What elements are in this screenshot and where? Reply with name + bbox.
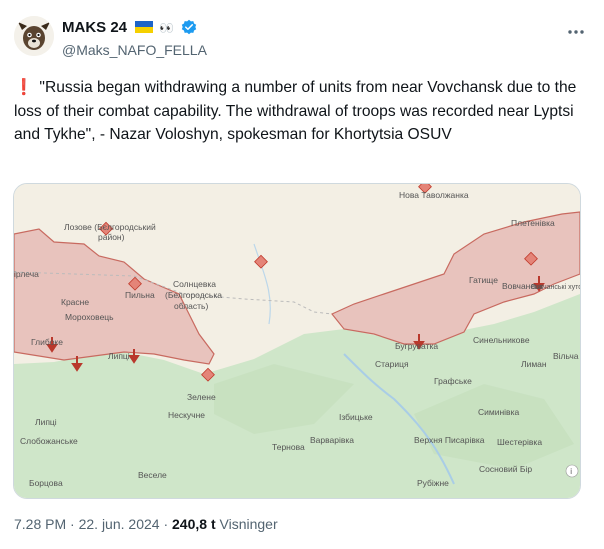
place-label: Гатище [469,275,498,285]
tweet-body: "Russia began withdrawing a number of un… [14,79,577,143]
verified-badge-icon[interactable] [181,19,197,35]
author-handle[interactable]: @Maks_NAFO_FELLA [62,42,207,58]
place-label: Синельникове [473,335,530,345]
place-label: Мороховець [65,312,114,322]
frontline-map: Лозове (Бєлгородський район) Нова Таволж… [14,184,580,498]
place-label: Рубіжне [417,478,449,488]
avatar[interactable] [14,16,54,56]
place-label: Симинівка [478,407,519,417]
place-label: Лиман [521,359,547,369]
svg-text:i: i [570,467,572,476]
place-label: Плетенівка [511,218,555,228]
place-label: Липці [35,417,57,427]
place-label: Графське [434,376,472,386]
author-display-name[interactable]: MAKS 24 [62,19,127,36]
place-label: Солнцевка [173,279,216,289]
tweet-text: ❗ "Russia began withdrawing a number of u… [14,76,580,147]
ukraine-flag-icon [135,21,154,33]
place-label: Нескучне [168,410,205,420]
place-label: Борцова [29,478,63,488]
place-label: Липці [108,351,130,361]
tweet-date[interactable]: 22. jun. 2024 [79,516,160,532]
place-label: Сосновий Бір [479,464,532,474]
place-label: Бугруватка [395,341,438,351]
place-label: район) [98,232,125,242]
place-label: Шестерівка [497,437,542,447]
place-label: Веселе [138,470,167,480]
exclamation-emoji: ❗ [14,79,34,96]
place-label: ірлеча [14,269,39,279]
tweet-header: MAKS 24 👀 @Maks_NAFO_FELLA [14,16,590,64]
place-label: Вільча [553,351,579,361]
separator: · [163,516,169,532]
author-name-row[interactable]: MAKS 24 👀 [62,19,197,36]
info-icon[interactable] [565,464,579,478]
eyes-emoji: 👀 [159,21,175,35]
tweet-meta: 7.28 PM · 22. jun. 2024 · 240,8 t Visnin… [14,516,278,532]
map-image[interactable]: Лозове (Бєлгородський район) Нова Таволж… [13,183,581,499]
place-label: Пильна [125,290,155,300]
place-label: область) [174,301,208,311]
place-label: Стариця [375,359,409,369]
place-label: Красне [61,297,89,307]
dog-avatar-icon [14,16,54,56]
views-label: Visninger [219,516,278,532]
place-label: Варварівка [310,435,354,445]
place-label: (Белгородська [165,290,222,300]
place-label: Нова Таволжанка [399,190,469,200]
place-label: Глибоке [31,337,63,347]
more-options-icon[interactable] [566,22,586,42]
place-label: Ізбицьке [339,412,373,422]
tweet-time[interactable]: 7.28 PM [14,516,66,532]
place-label: Тернова [272,442,305,452]
place-label: Верхня Писарівка [414,435,485,445]
place-label: Вовчанські хутори [531,283,580,291]
place-label: Лозове (Бєлгородський [64,222,156,232]
place-label: Зелене [187,392,216,402]
separator: · [70,516,75,532]
views-count: 240,8 t [172,516,216,532]
place-label: Слобожанське [20,436,78,446]
